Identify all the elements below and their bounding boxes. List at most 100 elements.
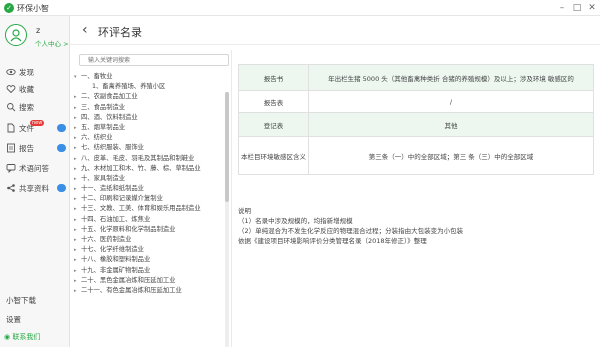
row-value: 年出栏生猪 5000 头（其他畜禽种类折 合猪的养殖规模）及以上；涉及环境 敏感… [308, 64, 594, 91]
tree-item[interactable]: ▸ 六、纺织业 [74, 133, 224, 143]
app-logo-icon: ✓ [4, 3, 14, 13]
chat-icon: ◉ [4, 333, 11, 341]
tree-item[interactable]: ▸ 二、农副食品加工业 [74, 92, 224, 102]
nav-item-discover[interactable]: 发现 [0, 64, 70, 81]
tree-item[interactable]: ▸ 十八、橡胶和塑料制品业 [74, 255, 224, 265]
row-label: 报告书 [238, 64, 309, 91]
tree-item[interactable]: ▸ 十七、化学纤维制造业 [74, 245, 224, 255]
tree-item-label: 十九、非金属矿物制品业 [81, 266, 151, 274]
expand-icon[interactable]: ▸ [74, 255, 81, 265]
minimize-icon[interactable]: – [556, 2, 568, 14]
eye-icon [6, 68, 16, 76]
cloud-upload-icon[interactable] [57, 124, 66, 132]
expand-icon[interactable]: ▸ [74, 113, 81, 123]
nav-item-files[interactable]: 文件 new [0, 120, 70, 137]
collapse-icon[interactable]: ▾ [74, 72, 81, 82]
back-arrow-icon[interactable]: ‹ [82, 22, 88, 38]
tree-item-label: 十五、化学原料和化学制品制造业 [81, 225, 176, 233]
tree-item[interactable]: ▸ 四、酒、饮料制造业 [74, 113, 224, 123]
main-panel: ‹ 环评名录 ▾一、畜牧业 1、畜禽养殖场、养殖小区▸二、农副食品加工业▸三、食… [70, 16, 600, 347]
divider [70, 44, 600, 45]
tree-item[interactable]: ▸ 十六、医药制造业 [74, 235, 224, 245]
notes-source: 依据《建设项目环境影响评价分类管理名录（2018年修正）》整理 [238, 237, 427, 245]
share-icon [7, 184, 15, 192]
contact-us-link[interactable]: ◉ 联系我们 [4, 332, 40, 342]
user-name: z [36, 26, 41, 35]
tree-item[interactable]: ▸ 十九、非金属矿物制品业 [74, 266, 224, 276]
expand-icon[interactable]: ▸ [74, 123, 81, 133]
expand-icon[interactable]: ▸ [74, 103, 81, 113]
expand-icon[interactable]: ▸ [74, 143, 81, 153]
expand-icon[interactable]: ▸ [74, 164, 81, 174]
expand-icon[interactable]: ▸ [74, 266, 81, 276]
tree-item[interactable]: ▸ 九、木材加工和木、竹、藤、棕、草制品业 [74, 164, 224, 174]
nav-item-search[interactable]: 搜索 [0, 99, 70, 116]
nav-label: 发现 [19, 68, 34, 77]
expand-icon[interactable]: ▸ [74, 174, 81, 184]
tree-item[interactable]: ▸ 七、纺织服装、服饰业 [74, 143, 224, 153]
search-box[interactable] [79, 54, 229, 66]
download-link[interactable]: 小智下载 [6, 295, 36, 306]
nav-label: 报告 [19, 144, 34, 153]
cloud-upload-icon[interactable] [57, 184, 66, 192]
expand-icon[interactable]: ▸ [74, 276, 81, 286]
tree-item[interactable]: ▸ 十四、石油加工、炼焦业 [74, 215, 224, 225]
classification-table: 报告书 年出栏生猪 5000 头（其他畜禽种类折 合猪的养殖规模）及以上；涉及环… [238, 64, 594, 175]
tree-item-label: 十八、橡胶和塑料制品业 [81, 256, 151, 264]
tree-item-label: 二十、黑色金属冶炼和压延加工业 [81, 276, 176, 284]
expand-icon[interactable]: ▸ [74, 235, 81, 245]
tree-item[interactable]: ▸ 十五、化学原料和化学制品制造业 [74, 225, 224, 235]
nav-item-reports[interactable]: 报告 [0, 140, 70, 157]
tree-item-label: 十一、造纸和纸制品业 [81, 185, 144, 193]
tree-item-label: 二十一、有色金属冶炼和压延加工业 [81, 286, 182, 294]
table-row: 本栏目环境敏感区含义 第三条（一）中的全部区域；第三 条（三）中的全部区域 [238, 136, 594, 175]
maximize-icon[interactable]: □ [571, 2, 583, 14]
nav-item-favorites[interactable]: 收藏 [0, 81, 70, 98]
tree-item-label: 十四、石油加工、炼焦业 [81, 215, 151, 223]
nav-item-shared[interactable]: 共享资料 [0, 180, 70, 197]
sidebar: z 个人中心 > 发现 收藏 搜索 文件 new 报告 术语问答 共享资料 小智… [0, 16, 70, 347]
nav-label: 搜索 [19, 103, 34, 112]
expand-icon[interactable]: ▸ [74, 225, 81, 235]
avatar[interactable] [5, 24, 27, 46]
tree-item[interactable]: ▸ 十一、造纸和纸制品业 [74, 184, 224, 194]
table-row: 报告书 年出栏生猪 5000 头（其他畜禽种类折 合猪的养殖规模）及以上；涉及环… [238, 64, 594, 91]
row-value: / [308, 90, 594, 113]
tree-item-label: 十三、文教、工美、体育和娱乐用品制造业 [81, 205, 201, 213]
tree-item[interactable]: ▸ 三、食品制造业 [74, 103, 224, 113]
tree-item[interactable]: ▾ 一、畜牧业 [74, 72, 224, 82]
contact-label: 联系我们 [12, 333, 41, 341]
tree-item-label: 九、木材加工和木、竹、藤、棕、草制品业 [81, 164, 201, 172]
tree-child-item[interactable]: 1、畜禽养殖场、养殖小区 [74, 82, 224, 92]
tree-item[interactable]: ▸ 十三、文教、工美、体育和娱乐用品制造业 [74, 204, 224, 214]
nav-label: 术语问答 [19, 164, 49, 173]
notes-line: （1）名录中涉及规模的，均指新增规模 [238, 217, 353, 225]
expand-icon[interactable]: ▸ [74, 215, 81, 225]
expand-icon[interactable]: ▸ [74, 245, 81, 255]
expand-icon[interactable]: ▸ [74, 204, 81, 214]
tree-item[interactable]: ▸ 二十、黑色金属冶炼和压延加工业 [74, 276, 224, 286]
detail-panel: 报告书 年出栏生猪 5000 头（其他畜禽种类折 合猪的养殖规模）及以上；涉及环… [238, 50, 594, 347]
expand-icon[interactable]: ▸ [74, 286, 81, 296]
expand-icon[interactable]: ▸ [74, 133, 81, 143]
scrollbar-thumb[interactable] [225, 92, 229, 202]
nav-label: 共享资料 [19, 184, 49, 193]
tree-item[interactable]: ▸ 八、皮革、毛皮、羽毛及其制品和制鞋业 [74, 154, 224, 164]
expand-icon[interactable]: ▸ [74, 92, 81, 102]
settings-link[interactable]: 设置 [6, 314, 21, 325]
search-input[interactable] [88, 56, 218, 65]
expand-icon[interactable]: ▸ [74, 184, 81, 194]
cloud-upload-icon[interactable] [57, 144, 66, 152]
tree-item-label: 十六、医药制造业 [81, 236, 132, 243]
expand-icon[interactable]: ▸ [74, 154, 81, 164]
tree-item[interactable]: ▸ 十二、印刷和记录媒介复制业 [74, 194, 224, 204]
tree-item[interactable]: ▸ 二十一、有色金属冶炼和压延加工业 [74, 286, 224, 296]
expand-icon[interactable]: ▸ [74, 194, 81, 204]
tree-item-label: 二、农副食品加工业 [81, 93, 138, 101]
tree-item[interactable]: ▸ 十、家具制造业 [74, 174, 224, 184]
user-center-link[interactable]: 个人中心 > [35, 38, 69, 48]
close-icon[interactable]: ✕ [586, 2, 598, 14]
tree-item[interactable]: ▸ 五、烟草制品业 [74, 123, 224, 133]
nav-item-qa[interactable]: 术语问答 [0, 160, 70, 177]
notes-line: （2）单纯混合为不发生化学反应的物理混合过程；分装指由大包装变为小包装 [238, 227, 464, 235]
